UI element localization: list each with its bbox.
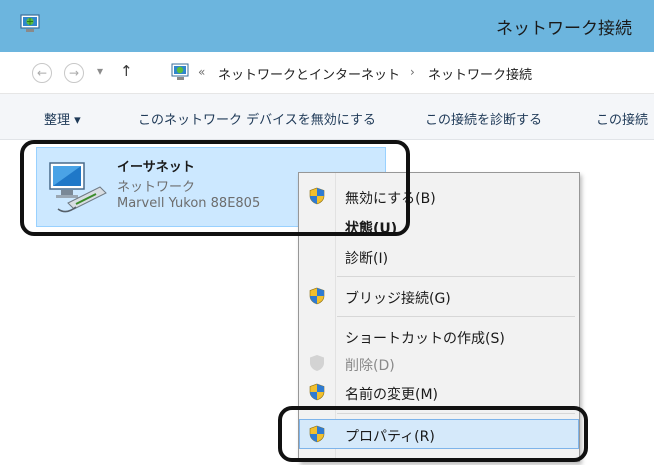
menu-separator: [337, 413, 575, 414]
uac-shield-icon: [309, 425, 325, 443]
back-arrow-icon[interactable]: ←: [32, 63, 52, 83]
menu-item-diagnose[interactable]: 診断(I): [299, 241, 579, 271]
menu-item-label: 状態(U): [345, 221, 398, 237]
adapter-name: イーサネット: [117, 160, 195, 175]
menu-item-delete: 削除(D): [299, 348, 579, 378]
menu-separator: [337, 316, 575, 317]
breadcrumb-overflow[interactable]: «: [198, 65, 205, 79]
menu-item-label: プロパティ(R): [345, 429, 435, 445]
diagnose-connection-button[interactable]: この接続を診断する: [425, 109, 542, 128]
more-commands-button[interactable]: この接続: [596, 109, 648, 128]
address-bar: ← → ▾ ↑ « ネットワークとインターネット › ネットワーク接続: [0, 52, 654, 94]
uac-shield-icon: [309, 383, 325, 401]
menu-item-label: 無効にする(B): [345, 191, 436, 207]
breadcrumb-item-network-internet[interactable]: ネットワークとインターネット: [218, 64, 400, 83]
adapter-status: ネットワーク: [117, 180, 196, 195]
window-title: ネットワーク接続: [496, 19, 632, 39]
uac-shield-icon: [309, 187, 325, 205]
menu-separator: [337, 276, 575, 277]
organize-button[interactable]: 整理 ▾: [44, 109, 81, 128]
command-bar: 整理 ▾ このネットワーク デバイスを無効にする この接続を診断する この接続: [0, 94, 654, 140]
menu-item-label: 名前の変更(M): [345, 387, 439, 403]
breadcrumb-item-network-connections[interactable]: ネットワーク接続: [428, 64, 532, 83]
menu-item-label: 診断(I): [345, 251, 389, 267]
adapter-device: Marvell Yukon 88E805: [117, 196, 261, 211]
menu-item-label: 削除(D): [345, 358, 395, 374]
content-area: [0, 140, 8, 465]
uac-shield-icon: [310, 355, 324, 371]
menu-item-disable[interactable]: 無効にする(B): [299, 181, 579, 211]
network-connections-icon: [171, 63, 189, 80]
network-connections-icon: [20, 14, 40, 32]
uac-shield-icon: [309, 287, 325, 305]
up-arrow-icon[interactable]: ↑: [120, 62, 133, 80]
ethernet-adapter-icon: [49, 162, 107, 213]
menu-item-label: ブリッジ接続(G): [345, 291, 451, 307]
breadcrumb-separator[interactable]: ›: [410, 65, 415, 79]
menu-item-bridge[interactable]: ブリッジ接続(G): [299, 281, 579, 311]
menu-item-label: ショートカットの作成(S): [345, 331, 505, 347]
forward-arrow-icon[interactable]: →: [64, 63, 84, 83]
menu-item-create-shortcut[interactable]: ショートカットの作成(S): [299, 321, 579, 351]
menu-item-rename[interactable]: 名前の変更(M): [299, 377, 579, 407]
title-bar[interactable]: ネットワーク接続: [0, 0, 654, 52]
context-menu: 無効にする(B) 状態(U) 診断(I) ブリッジ接続(G) ショートカットの作…: [298, 172, 580, 462]
chevron-down-icon[interactable]: ▾: [97, 64, 103, 78]
disable-device-button[interactable]: このネットワーク デバイスを無効にする: [138, 109, 376, 128]
menu-item-properties[interactable]: プロパティ(R): [299, 419, 579, 449]
menu-item-status[interactable]: 状態(U): [299, 211, 579, 241]
